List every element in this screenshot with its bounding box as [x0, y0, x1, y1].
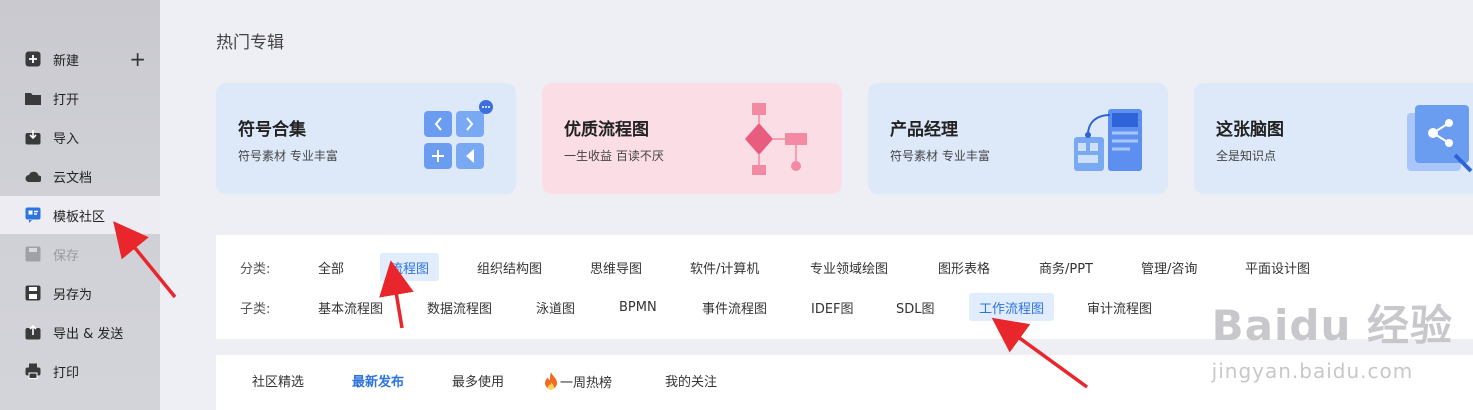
mindmap-illustration-icon — [1407, 105, 1473, 173]
card-subtitle: 符号素材 专业丰富 — [890, 149, 990, 163]
category-mindmap[interactable]: 思维导图 — [580, 253, 652, 281]
sidebar-item-import[interactable]: 导入 — [0, 118, 160, 156]
cloud-icon — [25, 168, 41, 184]
category-professional-drawing[interactable]: 专业领域绘图 — [800, 253, 898, 281]
folder-icon — [25, 90, 41, 106]
card-title: 符号合集 — [238, 120, 306, 140]
watermark-url: jingyan.baidu.com — [1211, 359, 1414, 383]
sidebar-item-label: 导入 — [53, 131, 80, 147]
subcategory-bpmn[interactable]: BPMN — [609, 293, 667, 321]
flowchart-illustration-icon — [745, 103, 807, 175]
sidebar-item-export-send[interactable]: 导出 & 发送 — [0, 313, 160, 351]
sidebar-item-open[interactable]: 打开 — [0, 79, 160, 117]
sidebar: 新建 + 打开 导入 云文档 模板社区 保存 另存为 导出 & 发送 打印 — [0, 0, 160, 410]
watermark-logo: Baidu 经验 — [1211, 301, 1453, 350]
tab-weekly-hot[interactable]: 一周热榜 — [542, 371, 612, 391]
sidebar-item-label: 保存 — [53, 248, 80, 264]
tab-label: 一周热榜 — [560, 375, 613, 391]
sidebar-item-label: 打印 — [53, 365, 80, 381]
export-icon — [25, 324, 41, 340]
card-title: 优质流程图 — [564, 120, 649, 140]
tab-my-follows[interactable]: 我的关注 — [665, 371, 717, 390]
sidebar-item-new[interactable]: 新建 + — [0, 40, 160, 78]
album-card-product-manager[interactable]: 产品经理 符号素材 专业丰富 — [868, 83, 1168, 194]
section-title: 热门专辑 — [216, 33, 284, 53]
category-business-ppt[interactable]: 商务/PPT — [1029, 253, 1103, 281]
add-icon[interactable]: + — [129, 49, 146, 69]
category-row: 分类: 全部 流程图 组织结构图 思维导图 软件/计算机 专业领域绘图 图形表格… — [216, 252, 1473, 282]
save-as-icon — [25, 285, 41, 301]
category-label: 分类: — [240, 261, 271, 277]
sidebar-item-label: 导出 & 发送 — [53, 326, 124, 342]
tab-label: 最多使用 — [452, 375, 505, 390]
card-subtitle: 全是知识点 — [1216, 149, 1277, 163]
subcategory-audit-flowchart[interactable]: 审计流程图 — [1077, 293, 1162, 321]
card-subtitle: 一生收益 百读不厌 — [564, 149, 664, 163]
subcategory-label: 子类: — [240, 301, 271, 317]
album-card-symbols[interactable]: 符号合集 符号素材 专业丰富 — [216, 83, 516, 194]
category-flowchart[interactable]: 流程图 — [380, 253, 440, 281]
plus-square-icon — [25, 51, 41, 67]
category-management-consulting[interactable]: 管理/咨询 — [1131, 253, 1207, 281]
fire-icon — [545, 372, 557, 390]
symbol-set-icon — [424, 100, 493, 169]
import-icon — [25, 129, 41, 145]
sidebar-item-print[interactable]: 打印 — [0, 352, 160, 390]
category-graphic-design[interactable]: 平面设计图 — [1235, 253, 1320, 281]
sidebar-item-label: 云文档 — [53, 170, 93, 186]
sidebar-item-cloud[interactable]: 云文档 — [0, 157, 160, 195]
sidebar-item-template-community[interactable]: 模板社区 — [0, 196, 160, 234]
sidebar-item-label: 另存为 — [53, 287, 93, 303]
subcategory-work-flowchart[interactable]: 工作流程图 — [969, 293, 1055, 321]
album-card-flowchart[interactable]: 优质流程图 一生收益 百读不厌 — [542, 83, 842, 194]
product-manager-illustration-icon — [1074, 109, 1142, 171]
sidebar-item-label: 模板社区 — [53, 209, 106, 225]
subcategory-event-flowchart[interactable]: 事件流程图 — [692, 293, 777, 321]
album-card-mindmap[interactable]: 这张脑图 全是知识点 — [1194, 83, 1473, 194]
sidebar-item-label: 打开 — [53, 92, 80, 108]
subcategory-basic-flowchart[interactable]: 基本流程图 — [308, 293, 393, 321]
template-community-icon — [25, 207, 41, 223]
save-icon — [25, 246, 41, 262]
category-software-computer[interactable]: 软件/计算机 — [680, 253, 769, 281]
card-title: 产品经理 — [890, 120, 958, 140]
card-title: 这张脑图 — [1216, 120, 1284, 140]
subcategory-sdl[interactable]: SDL图 — [886, 293, 945, 321]
card-subtitle: 符号素材 专业丰富 — [238, 149, 338, 163]
sidebar-item-save-as[interactable]: 另存为 — [0, 274, 160, 312]
watermark: Baidu 经验 jingyan.baidu.com — [1212, 292, 1453, 383]
category-all[interactable]: 全部 — [308, 253, 354, 281]
category-org-chart[interactable]: 组织结构图 — [467, 253, 552, 281]
tab-latest[interactable]: 最新发布 — [352, 371, 404, 390]
sidebar-item-save[interactable]: 保存 — [0, 235, 160, 273]
subcategory-idef[interactable]: IDEF图 — [801, 293, 864, 321]
category-graphic-table[interactable]: 图形表格 — [928, 253, 1000, 281]
print-icon — [25, 363, 41, 379]
subcategory-swimlane[interactable]: 泳道图 — [526, 293, 585, 321]
tab-community-picks[interactable]: 社区精选 — [252, 371, 304, 390]
sidebar-item-label: 新建 — [53, 53, 80, 69]
tab-most-used[interactable]: 最多使用 — [452, 371, 504, 390]
subcategory-data-flowchart[interactable]: 数据流程图 — [417, 293, 502, 321]
